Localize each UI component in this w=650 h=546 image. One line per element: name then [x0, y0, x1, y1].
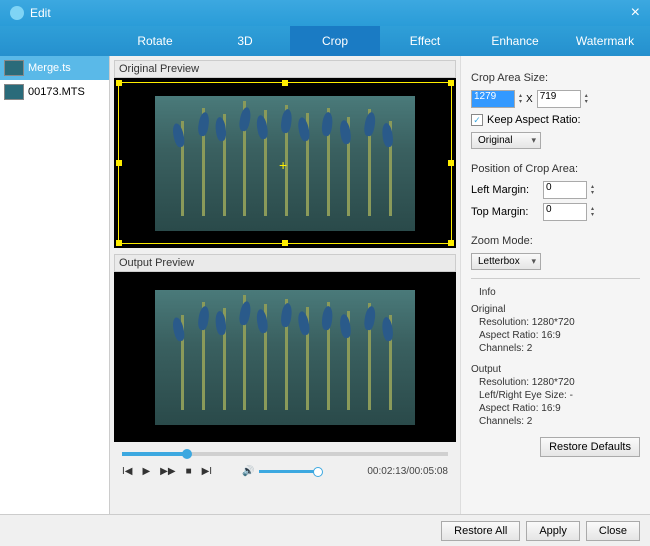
file-name: Merge.ts [28, 62, 71, 74]
transport-bar: I◀ ▶ ▶▶ ■ ▶I 🔊 00:02:13/00:05:08 [114, 448, 456, 483]
file-thumb [4, 84, 24, 100]
crop-rectangle[interactable]: + [118, 82, 452, 244]
titlebar: Edit × [0, 0, 650, 26]
tab-3d[interactable]: 3D [200, 26, 290, 56]
volume-icon[interactable]: 🔊 [242, 466, 254, 477]
info-original-header: Original [471, 304, 640, 315]
spinner-arrows-icon[interactable]: ▴▾ [591, 184, 594, 196]
file-item[interactable]: Merge.ts [0, 56, 109, 80]
info-header: Info [479, 287, 640, 298]
volume-slider[interactable] [259, 470, 319, 473]
output-preview-label: Output Preview [114, 254, 456, 272]
spinner-arrows-icon[interactable]: ▴▾ [519, 93, 522, 105]
info-line: Aspect Ratio: 16:9 [479, 403, 640, 414]
close-icon[interactable]: × [631, 4, 640, 22]
footer: Restore All Apply Close [0, 514, 650, 546]
ff-button[interactable]: ▶▶ [160, 466, 175, 477]
crop-handle[interactable] [448, 80, 454, 86]
info-output-header: Output [471, 364, 640, 375]
info-line: Channels: 2 [479, 416, 640, 427]
zoom-mode-select[interactable]: Letterbox [471, 253, 541, 270]
restore-all-button[interactable]: Restore All [441, 521, 520, 541]
divider [471, 278, 640, 279]
keep-aspect-label: Keep Aspect Ratio: [487, 114, 581, 126]
video-frame [155, 290, 415, 425]
crop-width-input[interactable]: 1279 [471, 90, 515, 108]
file-thumb [4, 60, 24, 76]
info-line: Left/Right Eye Size: - [479, 390, 640, 401]
tab-crop[interactable]: Crop [290, 26, 380, 56]
keep-aspect-checkbox[interactable]: ✓ [471, 114, 483, 126]
progress-slider[interactable] [122, 452, 448, 456]
stop-button[interactable]: ■ [186, 466, 192, 477]
top-margin-label: Top Margin: [471, 206, 539, 218]
info-line: Resolution: 1280*720 [479, 377, 640, 388]
restore-defaults-button[interactable]: Restore Defaults [540, 437, 640, 457]
original-preview-label: Original Preview [114, 60, 456, 78]
crop-settings-panel: Crop Area Size: 1279 ▴▾ X 719 ▴▾ ✓ Keep … [460, 56, 650, 514]
info-line: Resolution: 1280*720 [479, 317, 640, 328]
spinner-arrows-icon[interactable]: ▴▾ [591, 206, 594, 218]
file-sidebar: Merge.ts 00173.MTS [0, 56, 110, 514]
spinner-arrows-icon[interactable]: ▴▾ [585, 93, 588, 105]
window-title: Edit [30, 6, 631, 20]
file-item[interactable]: 00173.MTS [0, 80, 109, 104]
app-icon [10, 6, 24, 20]
crop-handle[interactable] [282, 240, 288, 246]
top-margin-input[interactable]: 0 [543, 203, 587, 221]
left-margin-input[interactable]: 0 [543, 181, 587, 199]
crop-height-input[interactable]: 719 [537, 90, 581, 108]
original-preview[interactable]: + [114, 78, 456, 248]
tab-enhance[interactable]: Enhance [470, 26, 560, 56]
crop-handle[interactable] [116, 80, 122, 86]
apply-button[interactable]: Apply [526, 521, 580, 541]
tab-watermark[interactable]: Watermark [560, 26, 650, 56]
preview-column: Original Preview [110, 56, 460, 514]
crop-handle[interactable] [448, 160, 454, 166]
info-line: Aspect Ratio: 16:9 [479, 330, 640, 341]
tab-rotate[interactable]: Rotate [110, 26, 200, 56]
crop-handle[interactable] [116, 240, 122, 246]
tab-effect[interactable]: Effect [380, 26, 470, 56]
left-margin-label: Left Margin: [471, 184, 539, 196]
aspect-preset-select[interactable]: Original [471, 132, 541, 149]
crop-size-label: Crop Area Size: [471, 72, 640, 84]
crop-position-label: Position of Crop Area: [471, 163, 640, 175]
next-button[interactable]: ▶I [202, 466, 212, 477]
play-button[interactable]: ▶ [142, 466, 150, 477]
crop-handle[interactable] [116, 160, 122, 166]
tab-bar: Rotate 3D Crop Effect Enhance Watermark [0, 26, 650, 56]
close-button[interactable]: Close [586, 521, 640, 541]
crop-center-icon[interactable]: + [279, 157, 287, 173]
zoom-mode-label: Zoom Mode: [471, 235, 640, 247]
crop-handle[interactable] [282, 80, 288, 86]
timecode: 00:02:13/00:05:08 [367, 466, 448, 477]
prev-button[interactable]: I◀ [122, 466, 132, 477]
output-preview [114, 272, 456, 442]
info-line: Channels: 2 [479, 343, 640, 354]
file-name: 00173.MTS [28, 86, 85, 98]
crop-handle[interactable] [448, 240, 454, 246]
